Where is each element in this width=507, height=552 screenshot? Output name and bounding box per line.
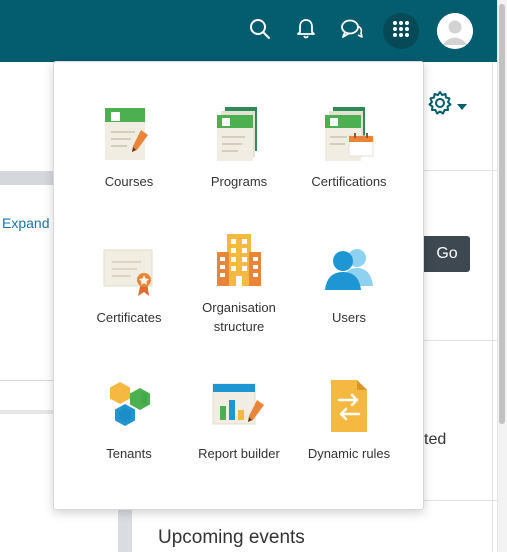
divider	[424, 170, 497, 171]
apps-grid-icon	[392, 20, 410, 43]
menu-item-tenants[interactable]: Tenants	[69, 376, 189, 463]
apps-dropdown-menu: Courses Programs Certifications Certific…	[53, 61, 424, 510]
search-button[interactable]	[242, 13, 278, 49]
menu-item-label: Users	[332, 310, 366, 325]
programs-icon	[211, 104, 267, 164]
background-text: ted	[424, 431, 447, 448]
bell-icon	[296, 18, 316, 45]
scrollbar-thumb[interactable]	[499, 4, 505, 424]
menu-item-label: Courses	[104, 174, 154, 189]
tenants-icon	[101, 376, 157, 436]
divider	[492, 62, 493, 552]
menu-item-dynamic-rules[interactable]: Dynamic rules	[289, 376, 409, 463]
menu-item-users[interactable]: Users	[289, 240, 409, 327]
menu-item-organisation-structure[interactable]: Organisation structure	[179, 230, 299, 336]
upcoming-events-heading: Upcoming events	[158, 527, 305, 548]
go-button[interactable]: Go	[424, 236, 470, 272]
menu-item-label: Certifications	[311, 174, 387, 189]
messages-icon	[340, 18, 364, 45]
settings-menu-button[interactable]	[427, 90, 467, 121]
top-navbar	[0, 0, 497, 62]
users-icon	[321, 240, 377, 300]
divider	[424, 340, 497, 341]
notifications-button[interactable]	[288, 13, 324, 49]
menu-item-label: Organisation structure	[202, 300, 276, 334]
divider	[0, 380, 54, 381]
apps-menu-button[interactable]	[383, 13, 419, 49]
menu-item-courses[interactable]: Courses	[69, 104, 189, 191]
expand-link[interactable]: Expand	[2, 215, 49, 231]
organisation-structure-icon	[211, 230, 267, 290]
menu-item-programs[interactable]: Programs	[179, 104, 299, 191]
dynamic-rules-icon	[321, 376, 377, 436]
messages-button[interactable]	[334, 13, 370, 49]
report-builder-icon	[211, 376, 267, 436]
courses-icon	[101, 104, 157, 164]
background-block-header	[0, 171, 54, 185]
caret-down-icon	[457, 97, 467, 115]
divider	[0, 410, 54, 414]
certificates-icon	[101, 240, 157, 300]
divider	[424, 500, 497, 501]
search-icon	[249, 18, 271, 45]
gear-icon	[427, 90, 453, 121]
user-avatar[interactable]	[437, 13, 473, 49]
menu-item-label: Programs	[210, 174, 268, 189]
background-panel	[118, 510, 132, 552]
menu-item-label: Certificates	[96, 310, 162, 325]
menu-item-certifications[interactable]: Certifications	[289, 104, 409, 191]
menu-item-report-builder[interactable]: Report builder	[179, 376, 299, 463]
menu-item-label: Tenants	[106, 446, 152, 461]
certifications-icon	[321, 104, 377, 164]
menu-item-certificates[interactable]: Certificates	[69, 240, 189, 327]
menu-item-label: Report builder	[198, 446, 280, 461]
menu-item-label: Dynamic rules	[307, 446, 391, 461]
